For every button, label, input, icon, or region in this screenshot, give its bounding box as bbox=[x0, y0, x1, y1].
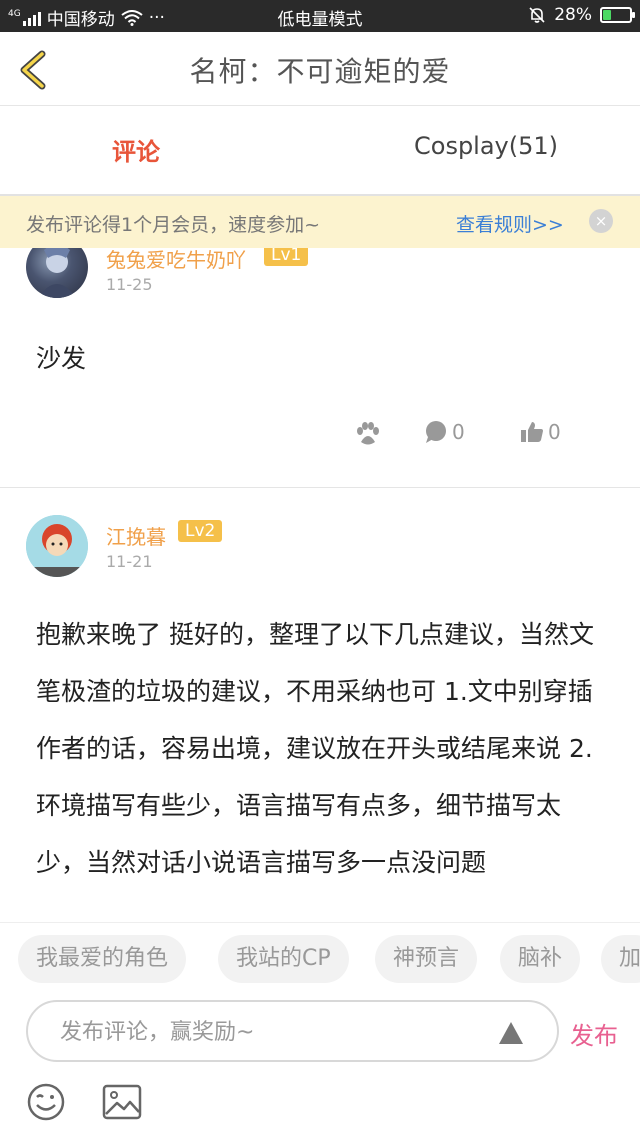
promo-banner: 发布评论得1个月会员，速度参加~ 查看规则>> × bbox=[0, 196, 640, 248]
tab-comments[interactable]: 评论 bbox=[112, 132, 160, 167]
banner-text: 发布评论得1个月会员，速度参加~ bbox=[26, 214, 321, 236]
chip-favorite-character[interactable]: 我最爱的角色 bbox=[18, 935, 187, 983]
level-badge: Lv2 bbox=[178, 520, 223, 542]
like-button[interactable]: 0 bbox=[520, 420, 561, 444]
comment-text: 沙发 bbox=[36, 344, 87, 373]
tab-cosplay[interactable]: Cosplay(51) bbox=[414, 132, 558, 160]
chip-imagination[interactable]: 脑补 bbox=[500, 935, 581, 983]
comment-bubble-icon bbox=[426, 421, 446, 443]
page-title: 名柯：不可逾矩的爱 bbox=[189, 55, 451, 88]
comment-text: 抱歉来晚了 挺好的，整理了以下几点建议，当然文笔极渣的垃圾的建议，不用采纳也可 … bbox=[36, 620, 594, 877]
chip-prophecy[interactable]: 神预言 bbox=[375, 935, 478, 983]
paw-button[interactable] bbox=[354, 420, 382, 448]
nav-bar: 名柯：不可逾矩的爱 bbox=[0, 32, 640, 106]
topic-chips: 我最爱的角色 我站的CP 神预言 脑补 加 bbox=[0, 922, 640, 996]
paw-icon bbox=[357, 422, 379, 445]
view-rules-link[interactable]: 查看规则>> bbox=[456, 210, 564, 237]
battery-percent: 28% bbox=[554, 5, 592, 25]
reply-button[interactable]: 0 bbox=[424, 420, 465, 444]
battery-fill bbox=[603, 10, 611, 20]
comment-date: 11-25 bbox=[106, 275, 153, 294]
tab-bar: 评论 Cosplay(51) bbox=[0, 106, 640, 196]
banner-close-icon[interactable]: × bbox=[589, 209, 613, 233]
avatar[interactable] bbox=[26, 515, 88, 577]
chip-more[interactable]: 加 bbox=[601, 935, 640, 983]
comment-input-box bbox=[26, 1000, 559, 1062]
mute-bell-icon bbox=[529, 7, 545, 23]
battery-icon bbox=[600, 7, 635, 23]
image-icon[interactable] bbox=[102, 1084, 142, 1120]
bottom-toolbar bbox=[0, 1066, 640, 1138]
comment-input[interactable] bbox=[60, 1016, 480, 1048]
username[interactable]: 江挽暮 bbox=[106, 521, 166, 550]
emoji-icon[interactable] bbox=[26, 1082, 66, 1122]
comment-date: 11-21 bbox=[106, 552, 153, 571]
publish-button[interactable]: 发布 bbox=[570, 1016, 618, 1051]
like-count: 0 bbox=[548, 420, 561, 444]
expand-triangle-icon[interactable] bbox=[499, 1022, 523, 1044]
status-right: 28% bbox=[528, 5, 635, 25]
thumbs-up-icon bbox=[521, 422, 543, 442]
comment-input-row: 发布 bbox=[0, 996, 640, 1066]
reply-count: 0 bbox=[452, 420, 465, 444]
chip-my-cp[interactable]: 我站的CP bbox=[218, 935, 349, 983]
username[interactable]: 兔兔爱吃牛奶吖 bbox=[106, 244, 246, 273]
comment-divider bbox=[0, 487, 640, 488]
status-bar: 4G 中国移动 ··· 低电量模式 28% bbox=[0, 0, 640, 32]
